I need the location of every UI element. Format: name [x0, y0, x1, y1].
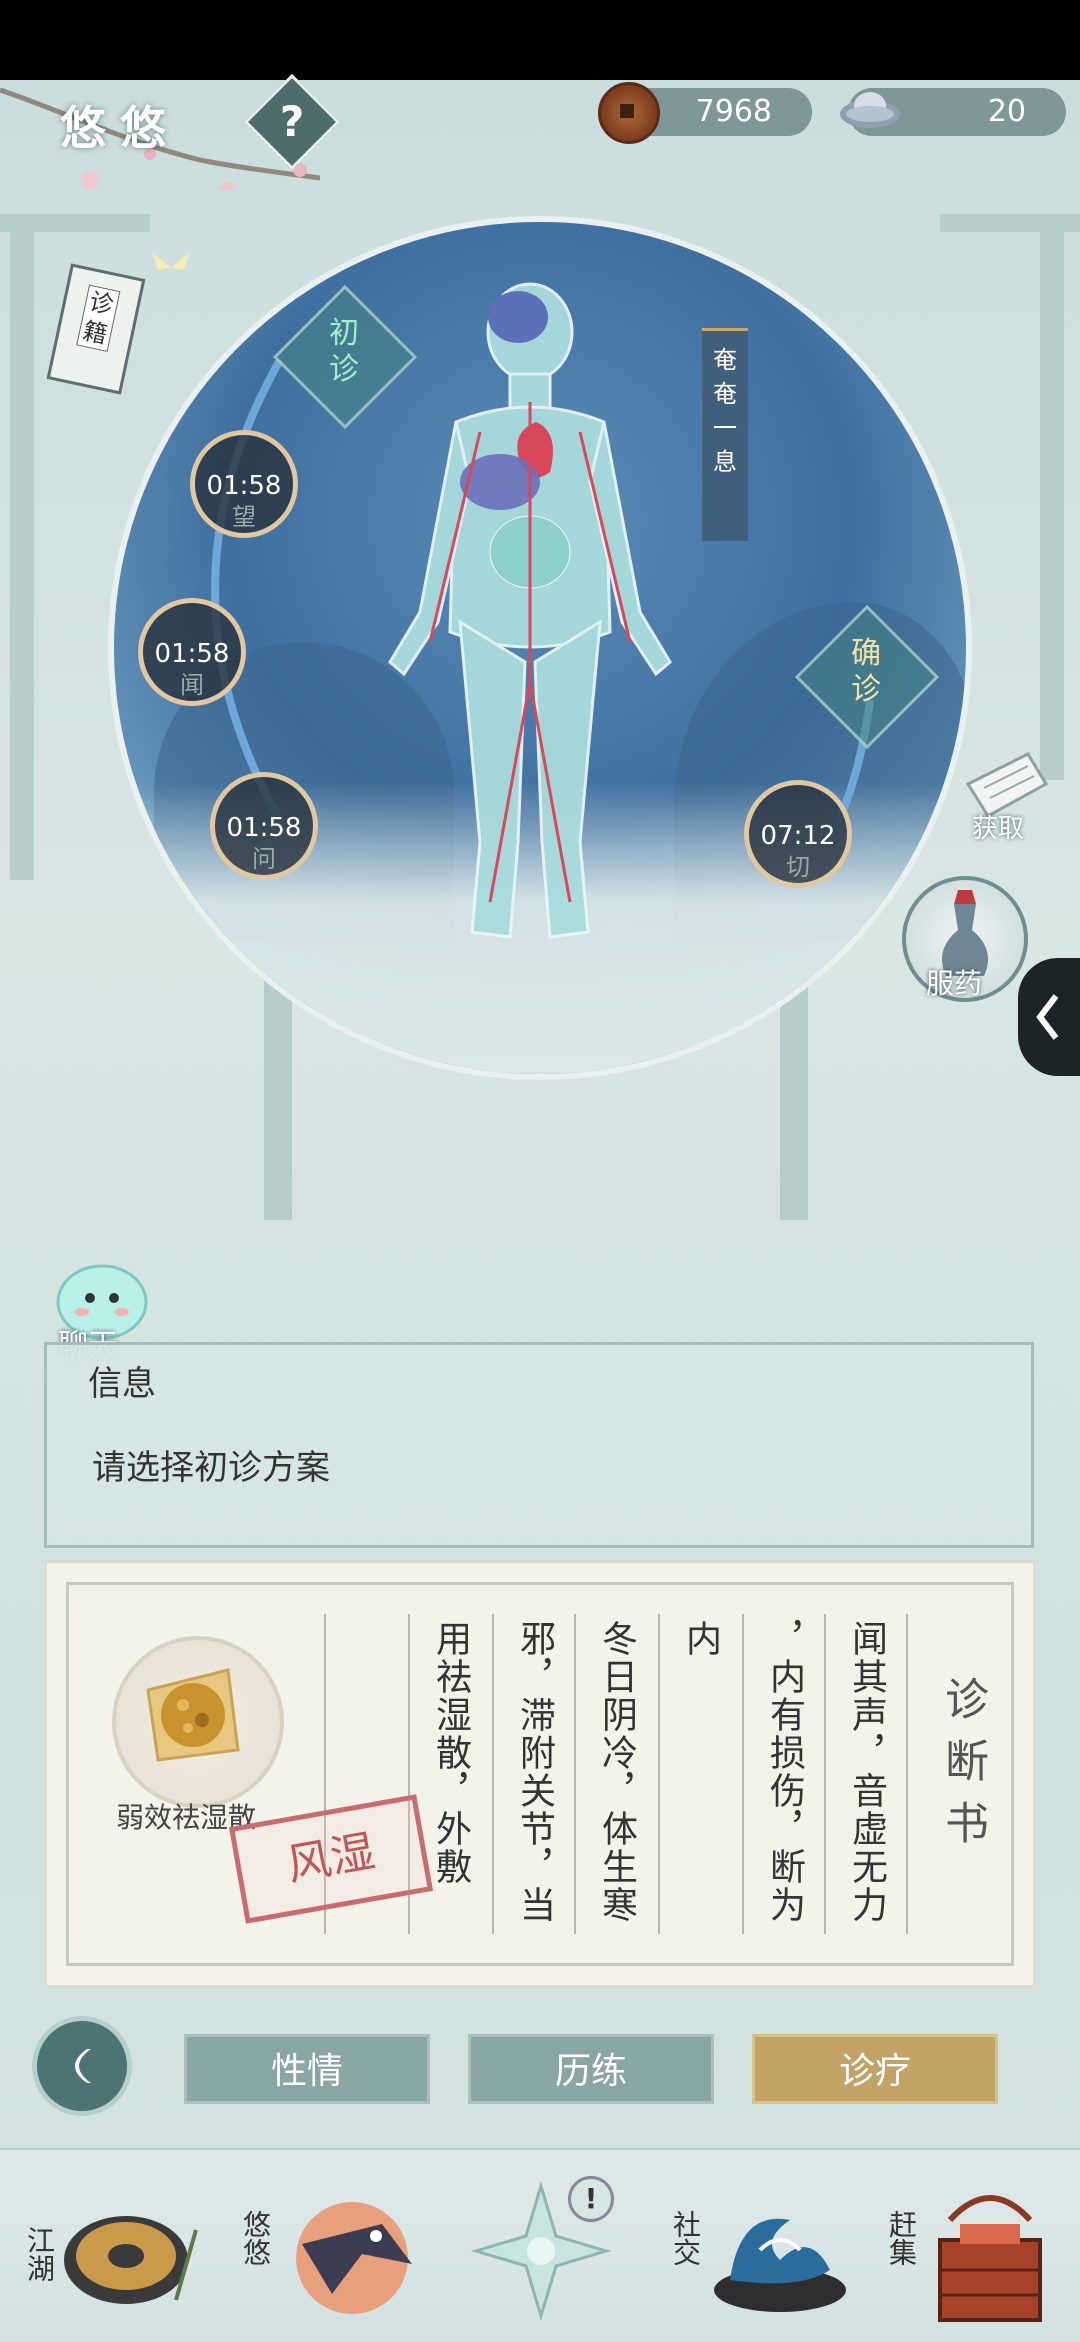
silver-ingot-value: 20: [987, 94, 1026, 129]
info-panel-title: 信息: [88, 1364, 156, 1404]
ask-label: 问: [252, 845, 276, 873]
patient-body-figure[interactable]: [360, 282, 700, 972]
right-gate-post: [1040, 220, 1064, 780]
diagnosis-line-6: 用祛湿散，外敷: [430, 1620, 471, 1886]
nav-jianghu-label: 江湖: [23, 2226, 56, 2282]
nav-youyou-label: 悠悠: [239, 2210, 272, 2266]
column-divider: [824, 1614, 826, 1934]
side-panel-toggle[interactable]: [1018, 958, 1080, 1076]
column-divider: [492, 1614, 494, 1934]
left-gate-post: [10, 220, 34, 880]
confirm-diagnosis-label: 确诊: [851, 636, 881, 707]
diagnosis-report-heading: 诊断书: [937, 1676, 988, 1862]
back-button[interactable]: [32, 2016, 132, 2116]
back-arrow-icon: [75, 2049, 91, 2083]
chevron-left-icon: [1036, 994, 1059, 1040]
take-medicine-label: 服药: [926, 967, 983, 1000]
column-divider: [742, 1614, 744, 1934]
nav-item-market[interactable]: 赶集: [880, 2170, 1070, 2330]
diagnosis-line-2: ，内有损伤，断为: [764, 1620, 805, 1924]
copper-coin-value: 7968: [695, 94, 772, 129]
listen-timer[interactable]: 01:58 闻: [138, 598, 246, 706]
player-name: 悠悠: [60, 101, 180, 155]
obtain-label: 获取: [972, 814, 1025, 844]
nav-item-youyou[interactable]: 悠悠: [236, 2170, 426, 2330]
look-timer[interactable]: 01:58 望: [190, 430, 298, 538]
silver-ingot-icon: [840, 92, 900, 128]
column-divider: [906, 1614, 908, 1934]
patient-status-banner: 奄奄一息: [702, 328, 748, 541]
nav-market-label: 赶集: [885, 2210, 918, 2266]
notification-badge: !: [568, 2176, 614, 2222]
nav-item-jianghu[interactable]: 江湖: [20, 2170, 210, 2330]
right-gate-beam: [940, 214, 1080, 232]
diagnosis-line-5: 邪，滞附关节，当: [514, 1620, 555, 1924]
copper-coin-icon: [598, 82, 660, 144]
column-divider: [574, 1614, 576, 1934]
diagnosis-line-1: 闻其声，音虚无力: [846, 1620, 887, 1924]
tab-temperament[interactable]: 性情: [184, 2034, 430, 2104]
medical-record-book-button[interactable]: 诊籍: [46, 263, 146, 395]
ask-timer[interactable]: 01:58 问: [210, 772, 318, 880]
help-icon: ?: [279, 97, 305, 146]
bird-portrait-icon: [296, 2202, 412, 2314]
brain-organ[interactable]: [488, 291, 548, 343]
left-gate-beam: [0, 214, 150, 232]
tab-treatment[interactable]: 诊疗: [752, 2034, 998, 2104]
patient-status-text: 奄奄一息: [713, 346, 737, 476]
diagnosis-step-track: [211, 360, 284, 820]
column-divider: [658, 1614, 660, 1934]
market-basket-icon: [938, 2195, 1042, 2322]
pulse-timer[interactable]: 07:12 切: [744, 780, 852, 888]
tab-experience[interactable]: 历练: [468, 2034, 714, 2104]
medical-record-book-label: 诊籍: [76, 284, 121, 352]
nav-item-social[interactable]: 社交: [660, 2170, 850, 2330]
wave-icon: [714, 2218, 846, 2312]
pulse-label: 切: [786, 853, 810, 881]
look-label: 望: [232, 503, 256, 531]
initial-diagnosis-label: 初诊: [329, 316, 359, 387]
status-bar: [0, 0, 1080, 80]
diagnosis-line-4: 冬日阴冷，体生寒: [596, 1620, 637, 1924]
info-panel-message: 请选择初诊方案: [92, 1448, 330, 1488]
nav-social-label: 社交: [669, 2210, 702, 2266]
butterfly-icon: [152, 252, 190, 270]
listen-label: 闻: [180, 671, 204, 699]
herbal-remedy-icon: [146, 1668, 240, 1762]
umbrella-hat-icon: [64, 2216, 198, 2304]
diagnosis-line-3: 内: [680, 1620, 721, 1658]
